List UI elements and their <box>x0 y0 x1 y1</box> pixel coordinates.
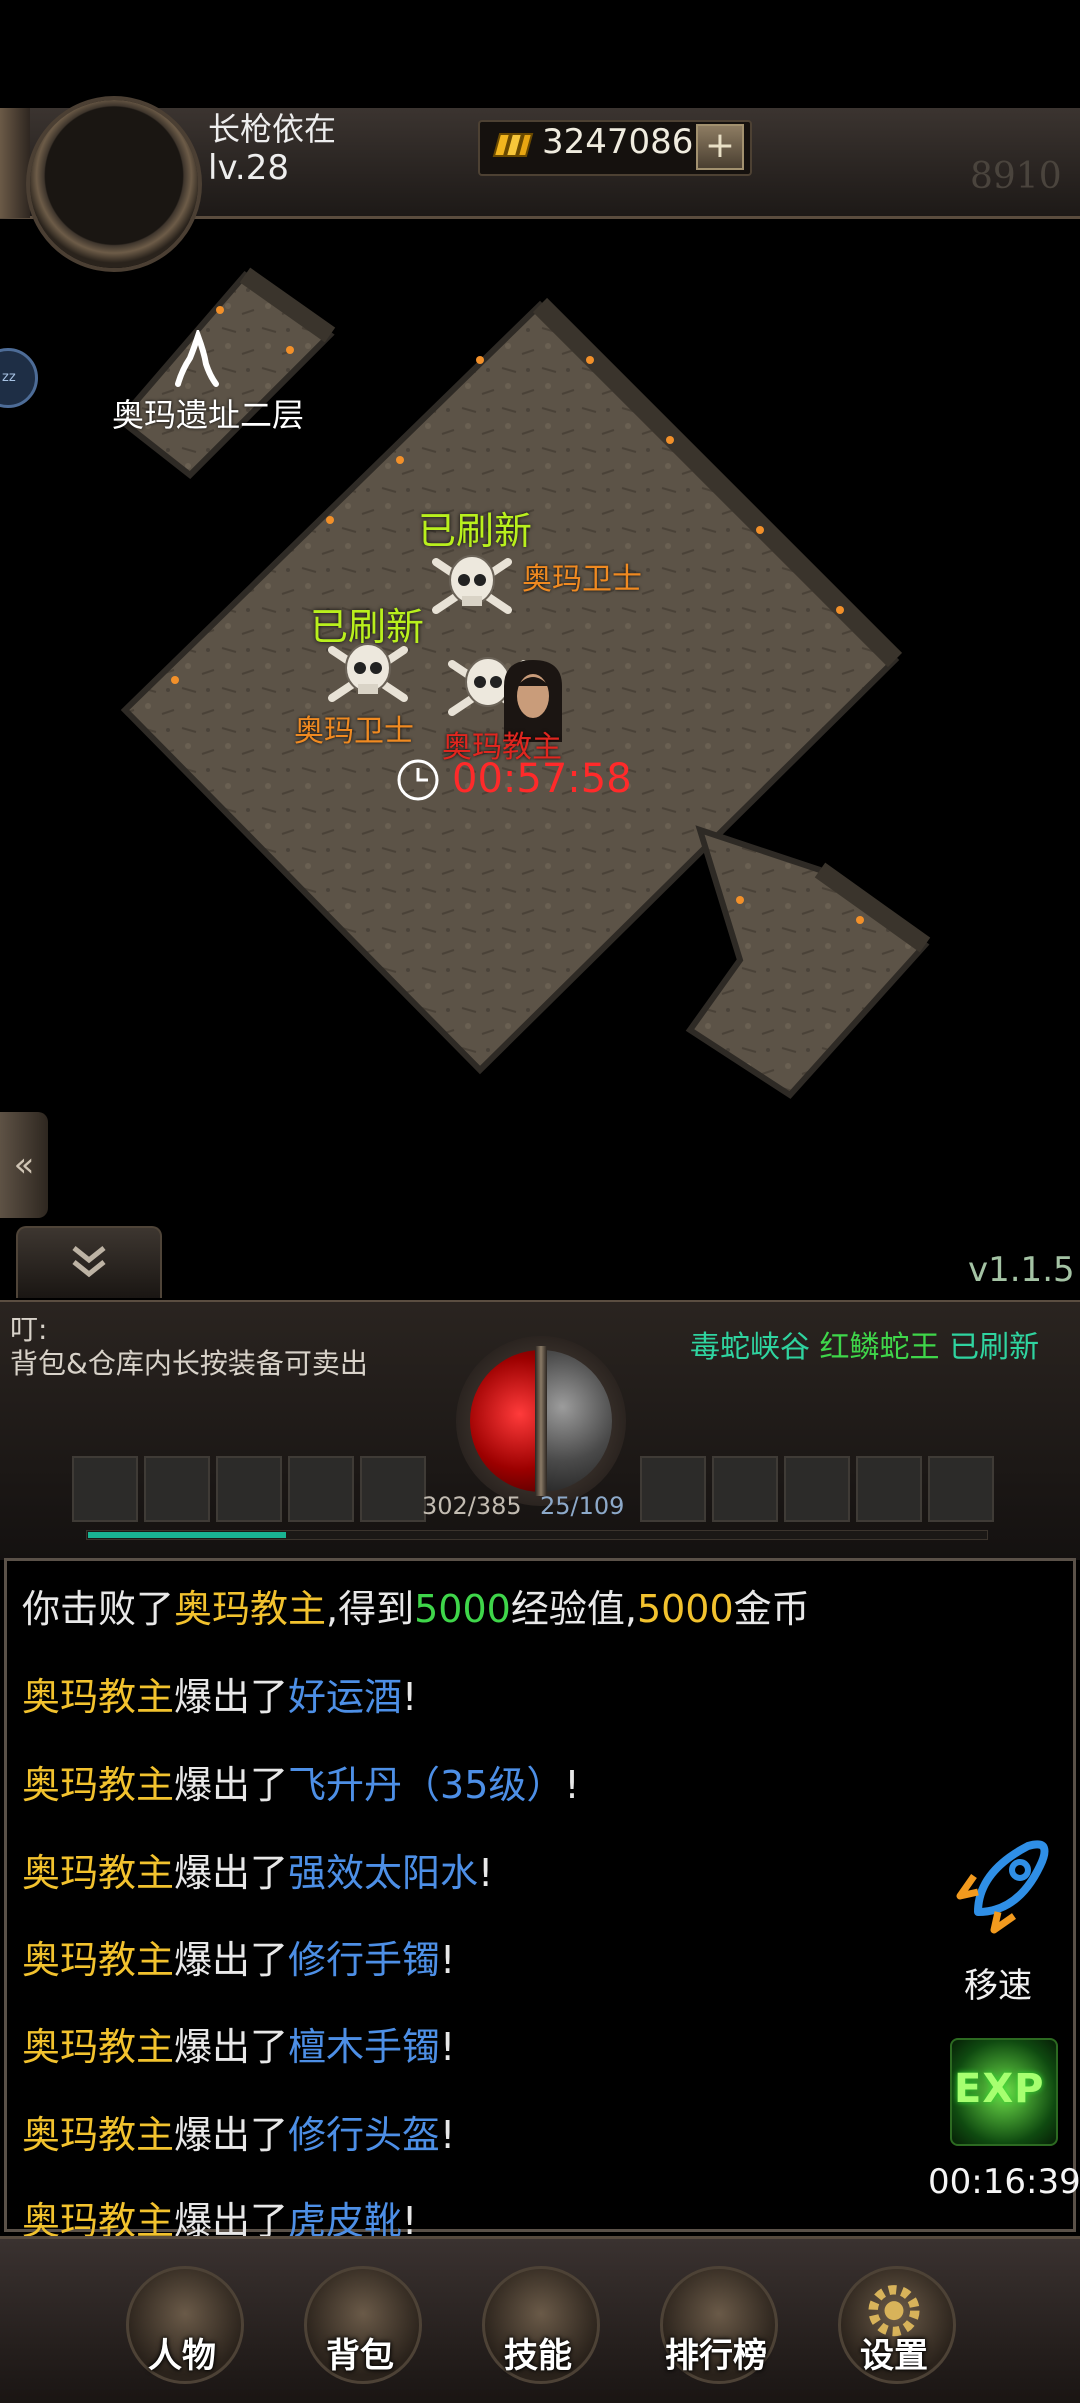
log-line: 奥玛教主爆出了好运酒! <box>22 1666 417 1721</box>
log-line: 奥玛教主爆出了强效太阳水! <box>22 1842 493 1897</box>
skull-icon[interactable] <box>326 636 410 710</box>
collapse-left-button[interactable]: « <box>0 1112 48 1218</box>
log-text: 你击败了 <box>22 1587 175 1631</box>
log-text: ! <box>478 1851 494 1895</box>
skill-slot[interactable] <box>216 1456 282 1522</box>
gold-amount: 3247086 <box>542 122 694 162</box>
log-text: ! <box>402 1675 418 1719</box>
xp-bar-fill <box>88 1532 286 1538</box>
refresh-boss: 红鳞蛇王 <box>819 1330 940 1365</box>
hud-ornament <box>0 108 30 218</box>
notice-text: 背包&仓库内长按装备可卖出 <box>10 1347 368 1380</box>
log-item: 修行手镯 <box>288 1938 441 1982</box>
nav-label-ranking[interactable]: 排行榜 <box>641 2328 791 2377</box>
exp-boost-label[interactable]: EXP <box>954 2066 1044 2112</box>
boss-refresh-notice[interactable]: 毒蛇峡谷 红鳞蛇王 已刷新 <box>690 1322 1039 1366</box>
log-text: 爆出了 <box>174 1851 289 1895</box>
skill-slot[interactable] <box>928 1456 994 1522</box>
monster-label: 奥玛卫士 <box>294 714 414 749</box>
skill-slot[interactable] <box>144 1456 210 1522</box>
clock-icon <box>397 759 439 801</box>
log-boss: 奥玛教主 <box>22 2025 175 2069</box>
skill-slot[interactable] <box>856 1456 922 1522</box>
hp-value: 302/385 <box>422 1492 522 1520</box>
nav-label-settings[interactable]: 设置 <box>819 2328 969 2377</box>
log-line: 奥玛教主爆出了修行手镯! <box>22 1929 455 1984</box>
log-text: ,得到 <box>326 1587 415 1631</box>
boss-respawn-timer: 00:57:58 <box>452 756 632 802</box>
skill-slot[interactable] <box>784 1456 850 1522</box>
log-line: 奥玛教主爆出了飞升丹（35级）! <box>22 1754 580 1809</box>
monster-label: 奥玛卫士 <box>522 562 642 597</box>
log-boss: 奥玛教主 <box>22 1763 175 1807</box>
portal-icon[interactable] <box>172 330 220 388</box>
exp-boost-timer: 00:16:39 <box>928 2162 1080 2202</box>
log-text: 爆出了 <box>174 1675 289 1719</box>
skill-slot[interactable] <box>712 1456 778 1522</box>
log-text: ! <box>564 1763 580 1807</box>
log-item: 强效太阳水 <box>288 1851 479 1895</box>
log-line: 你击败了奥玛教主,得到5000经验值,5000金币 <box>22 1578 810 1633</box>
skull-icon[interactable] <box>430 548 514 622</box>
add-gold-button[interactable]: + <box>696 124 744 170</box>
player-level: lv.28 <box>208 148 289 188</box>
log-item: 修行头盔 <box>288 2113 441 2157</box>
log-boss: 奥玛教主 <box>174 1587 327 1631</box>
mp-value: 25/109 <box>540 1492 625 1520</box>
skill-slot[interactable] <box>72 1456 138 1522</box>
log-text: 爆出了 <box>174 2025 289 2069</box>
log-text: ! <box>440 2025 456 2069</box>
nav-label-bag[interactable]: 背包 <box>285 2328 435 2377</box>
skill-slot[interactable] <box>360 1456 426 1522</box>
log-boss: 奥玛教主 <box>22 1938 175 1982</box>
skill-slot[interactable] <box>288 1456 354 1522</box>
log-exp: 5000 <box>414 1587 511 1631</box>
log-gold: 5000 <box>636 1587 734 1631</box>
log-item: 飞升丹（35级） <box>288 1763 565 1807</box>
nav-label-skills[interactable]: 技能 <box>463 2328 613 2377</box>
collapse-panel-button[interactable] <box>16 1226 162 1298</box>
log-item: 檀木手镯 <box>288 2025 441 2069</box>
refresh-location: 毒蛇峡谷 <box>690 1330 810 1365</box>
rocket-icon[interactable] <box>948 1832 1058 1942</box>
log-boss: 奥玛教主 <box>22 2113 175 2157</box>
log-text: ! <box>440 2113 456 2157</box>
gold-icon <box>492 133 534 157</box>
skill-slot[interactable] <box>640 1456 706 1522</box>
log-text: 金币 <box>733 1587 810 1631</box>
refresh-status-label: 已刷新 <box>418 509 533 553</box>
nav-label-character[interactable]: 人物 <box>107 2328 257 2377</box>
chevron-down-icon <box>72 1246 106 1278</box>
log-text: 爆出了 <box>174 1763 289 1807</box>
log-item: 好运酒 <box>288 1675 403 1719</box>
log-text: 经验值, <box>510 1587 637 1631</box>
log-text: 爆出了 <box>174 2113 289 2157</box>
portal-label[interactable]: 奥玛遗址二层 <box>112 390 304 436</box>
log-line: 奥玛教主爆出了檀木手镯! <box>22 2016 455 2071</box>
version-label: v1.1.5 <box>968 1250 1075 1290</box>
refresh-status: 已刷新 <box>949 1330 1040 1365</box>
move-speed-label[interactable]: 移速 <box>964 1958 1032 2007</box>
player-name: 长枪依在 <box>208 110 337 148</box>
log-text: 爆出了 <box>174 1938 289 1982</box>
log-boss: 奥玛教主 <box>22 1851 175 1895</box>
side-orb-label: zz <box>2 370 16 385</box>
log-text: ! <box>440 1938 456 1982</box>
log-line: 奥玛教主爆出了修行头盔! <box>22 2104 455 2159</box>
sword-divider <box>535 1346 547 1496</box>
combat-power: 8910 <box>970 156 1062 197</box>
log-boss: 奥玛教主 <box>22 1675 175 1719</box>
